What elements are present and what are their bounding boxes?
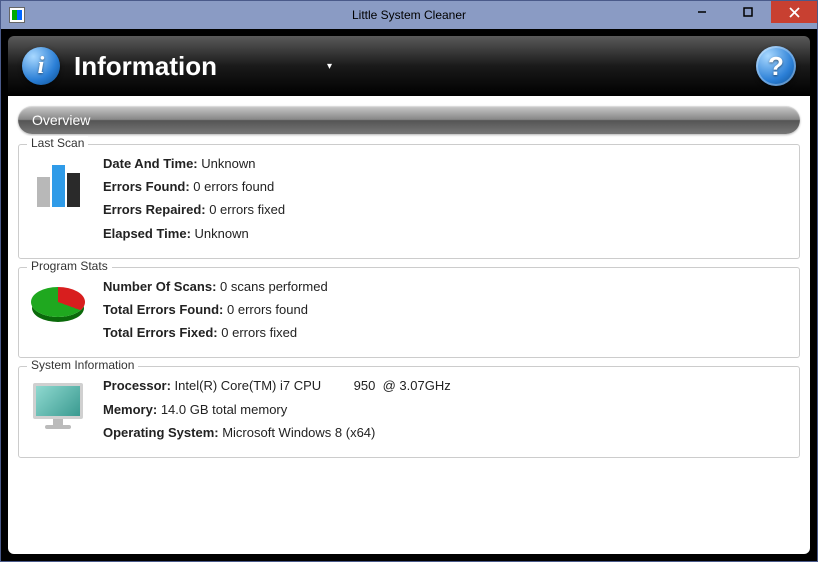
row-errors-found: Errors Found: 0 errors found [103,178,789,196]
close-button[interactable] [771,1,817,23]
minimize-button[interactable] [679,1,725,23]
menu-dropdown-arrow[interactable]: ▾ [327,61,332,72]
group-title-last-scan: Last Scan [27,136,88,150]
help-button[interactable]: ? [756,46,796,86]
row-elapsed-time: Elapsed Time: Unknown [103,225,789,243]
overview-header: Overview [18,106,800,134]
minimize-icon [697,7,707,17]
maximize-button[interactable] [725,1,771,23]
header-bar: i Information ▾ ? [8,36,810,96]
group-title-program-stats: Program Stats [27,259,112,273]
group-program-stats: Program Stats Number Of Scans: 0 scans p… [18,267,800,359]
row-date-time: Date And Time: Unknown [103,155,789,173]
group-title-system-info: System Information [27,358,138,372]
maximize-icon [743,7,753,17]
window-title: Little System Cleaner [352,8,466,22]
help-icon: ? [768,51,784,82]
titlebar[interactable]: Little System Cleaner [1,1,817,29]
app-window: Little System Cleaner i Information ▾ ? … [0,0,818,562]
monitor-icon [29,377,87,435]
row-memory: Memory: 14.0 GB total memory [103,401,789,419]
group-system-info: System Information Processor: Intel(R) C… [18,366,800,458]
row-errors-repaired: Errors Repaired: 0 errors fixed [103,201,789,219]
row-os: Operating System: Microsoft Windows 8 (x… [103,424,789,442]
app-icon [9,7,25,23]
page-title: Information [74,51,217,82]
close-icon [789,7,800,18]
info-icon: i [22,47,60,85]
overview-label: Overview [32,112,90,128]
content-area: i Information ▾ ? Overview Last Scan [1,29,817,561]
row-num-scans: Number Of Scans: 0 scans performed [103,278,789,296]
row-processor: Processor: Intel(R) Core(TM) i7 CPU 950 … [103,377,789,395]
pie-chart-icon [29,278,87,336]
main-panel: Overview Last Scan Date And Time: Unknow… [8,96,810,554]
group-last-scan: Last Scan Date And Time: Unknown Errors … [18,144,800,259]
window-controls [679,1,817,23]
row-total-found: Total Errors Found: 0 errors found [103,301,789,319]
row-total-fixed: Total Errors Fixed: 0 errors fixed [103,324,789,342]
bar-chart-icon [29,155,87,213]
